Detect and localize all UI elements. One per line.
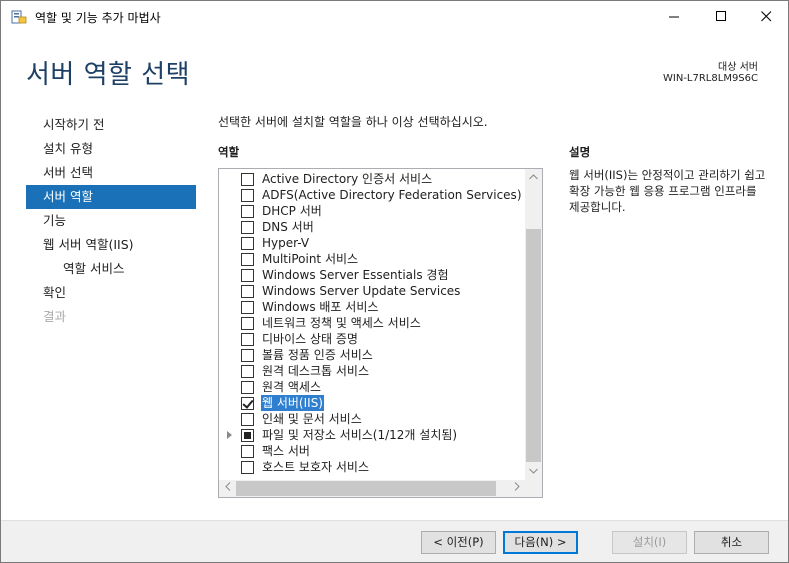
role-item-web-server[interactable]: 웹 서버(IIS): [219, 395, 524, 411]
role-item[interactable]: DHCP 서버: [219, 203, 524, 219]
role-label: 네트워크 정책 및 액세스 서비스: [262, 316, 421, 330]
nav-item-server-selection[interactable]: 서버 선택: [26, 161, 196, 185]
role-label: 디바이스 상태 증명: [262, 332, 358, 346]
nav-item-confirmation[interactable]: 확인: [26, 281, 196, 305]
scroll-down-arrow-icon[interactable]: [525, 463, 542, 480]
window-title: 역할 및 기능 추가 마법사: [35, 11, 161, 25]
role-item[interactable]: 호스트 보호자 서비스: [219, 459, 524, 475]
role-item[interactable]: Active Directory 인증서 서비스: [219, 171, 524, 187]
role-label: Windows Server Update Services: [262, 284, 461, 298]
role-checkbox[interactable]: [241, 317, 254, 330]
role-checkbox[interactable]: [241, 205, 254, 218]
target-server-name: WIN-L7RL8LM9S6C: [663, 73, 758, 84]
roles-list[interactable]: Active Directory 인증서 서비스 ADFS(Active Dir…: [218, 168, 543, 498]
role-checkbox[interactable]: [241, 237, 254, 250]
close-button[interactable]: [743, 1, 788, 32]
scrollbar-corner: [525, 480, 542, 497]
nav-item-before-you-begin[interactable]: 시작하기 전: [26, 113, 196, 137]
role-checkbox[interactable]: [241, 365, 254, 378]
role-item[interactable]: 팩스 서버: [219, 443, 524, 459]
nav-item-web-server-role[interactable]: 웹 서버 역할(IIS): [26, 233, 196, 257]
role-label: 볼륨 정품 인증 서비스: [262, 348, 373, 362]
expand-arrow-icon[interactable]: [227, 431, 232, 439]
role-label: MultiPoint 서비스: [262, 252, 359, 266]
title-bar[interactable]: 역할 및 기능 추가 마법사: [1, 1, 788, 32]
role-label: Windows 배포 서비스: [262, 300, 379, 314]
role-checkbox-partial[interactable]: [241, 429, 254, 442]
page-title: 서버 역할 선택: [26, 60, 191, 90]
nav-item-features[interactable]: 기능: [26, 209, 196, 233]
role-description: 웹 서버(IIS)는 안정적이고 관리하기 쉽고 확장 가능한 웹 응용 프로그…: [569, 168, 766, 214]
role-label: 원격 액세스: [262, 380, 322, 394]
nav-item-results: 결과: [43, 309, 67, 324]
scroll-right-arrow-icon[interactable]: [508, 480, 525, 497]
wizard-footer: < 이전(P) 다음(N) > 설치(I) 취소: [1, 520, 788, 562]
vertical-scroll-thumb[interactable]: [526, 229, 541, 462]
role-label: 원격 데스크톱 서비스: [262, 364, 369, 378]
role-checkbox[interactable]: [241, 445, 254, 458]
role-label: DNS 서버: [262, 220, 314, 234]
role-item[interactable]: MultiPoint 서비스: [219, 251, 524, 267]
role-item[interactable]: Hyper-V: [219, 235, 524, 251]
role-checkbox[interactable]: [241, 301, 254, 314]
role-item[interactable]: Windows Server Essentials 경험: [219, 267, 524, 283]
role-checkbox[interactable]: [241, 285, 254, 298]
role-item-file-storage[interactable]: 파일 및 저장소 서비스(1/12개 설치됨): [219, 427, 524, 443]
role-checkbox[interactable]: [241, 189, 254, 202]
minimize-button[interactable]: [651, 1, 697, 32]
vertical-scrollbar[interactable]: [525, 169, 542, 480]
role-label: 팩스 서버: [262, 444, 310, 458]
maximize-button[interactable]: [698, 1, 744, 32]
cancel-button[interactable]: 취소: [694, 531, 769, 554]
role-label: 인쇄 및 문서 서비스: [262, 412, 362, 426]
next-button[interactable]: 다음(N) >: [503, 531, 578, 554]
role-checkbox[interactable]: [241, 269, 254, 282]
role-item[interactable]: ADFS(Active Directory Federation Service…: [219, 187, 524, 203]
role-label: Windows Server Essentials 경험: [262, 268, 449, 282]
role-checkbox[interactable]: [241, 413, 254, 426]
role-item[interactable]: 디바이스 상태 증명: [219, 331, 524, 347]
role-label: Active Directory 인증서 서비스: [262, 172, 433, 186]
scroll-left-arrow-icon[interactable]: [219, 480, 236, 497]
role-label-selected: 웹 서버(IIS): [261, 395, 324, 411]
roles-list-items: Active Directory 인증서 서비스 ADFS(Active Dir…: [219, 171, 524, 475]
role-item[interactable]: Windows Server Update Services: [219, 283, 524, 299]
role-checkbox[interactable]: [241, 349, 254, 362]
role-item[interactable]: Windows 배포 서비스: [219, 299, 524, 315]
scroll-up-arrow-icon[interactable]: [525, 169, 542, 186]
role-checkbox[interactable]: [241, 333, 254, 346]
nav-item-role-services[interactable]: 역할 서비스: [26, 257, 196, 281]
roles-header: 역할: [218, 145, 240, 159]
horizontal-scrollbar[interactable]: [219, 480, 525, 497]
install-button: 설치(I): [612, 531, 687, 554]
role-checkbox[interactable]: [241, 381, 254, 394]
role-label: 호스트 보호자 서비스: [262, 460, 369, 474]
horizontal-scroll-thumb[interactable]: [236, 481, 496, 496]
description-header: 설명: [569, 145, 591, 159]
nav-item-server-roles[interactable]: 서버 역할: [26, 185, 196, 209]
role-label: ADFS(Active Directory Federation Service…: [262, 188, 522, 202]
role-label: Hyper-V: [262, 236, 310, 250]
nav-item-installation-type[interactable]: 설치 유형: [26, 137, 196, 161]
role-checkbox[interactable]: [241, 221, 254, 234]
role-label: 파일 및 저장소 서비스(1/12개 설치됨): [262, 428, 458, 442]
target-server-label: 대상 서버: [718, 62, 758, 73]
role-item[interactable]: 네트워크 정책 및 액세스 서비스: [219, 315, 524, 331]
role-checkbox[interactable]: [241, 173, 254, 186]
role-item[interactable]: 원격 액세스: [219, 379, 524, 395]
wizard-window: 역할 및 기능 추가 마법사 서버 역할 선택 대상 서버 WIN-L7RL8L…: [0, 0, 789, 563]
role-item[interactable]: 볼륨 정품 인증 서비스: [219, 347, 524, 363]
role-checkbox-checked[interactable]: [241, 397, 254, 410]
role-item[interactable]: 인쇄 및 문서 서비스: [219, 411, 524, 427]
server-manager-icon: [11, 9, 27, 25]
role-checkbox[interactable]: [241, 461, 254, 474]
instruction-text: 선택한 서버에 설치할 역할을 하나 이상 선택하십시오.: [218, 115, 488, 129]
role-checkbox[interactable]: [241, 253, 254, 266]
role-item[interactable]: DNS 서버: [219, 219, 524, 235]
role-item[interactable]: 원격 데스크톱 서비스: [219, 363, 524, 379]
role-label: DHCP 서버: [262, 204, 322, 218]
previous-button[interactable]: < 이전(P): [421, 531, 496, 554]
wizard-steps-nav: 시작하기 전 설치 유형 서버 선택 서버 역할 기능 웹 서버 역할(IIS)…: [26, 113, 196, 329]
